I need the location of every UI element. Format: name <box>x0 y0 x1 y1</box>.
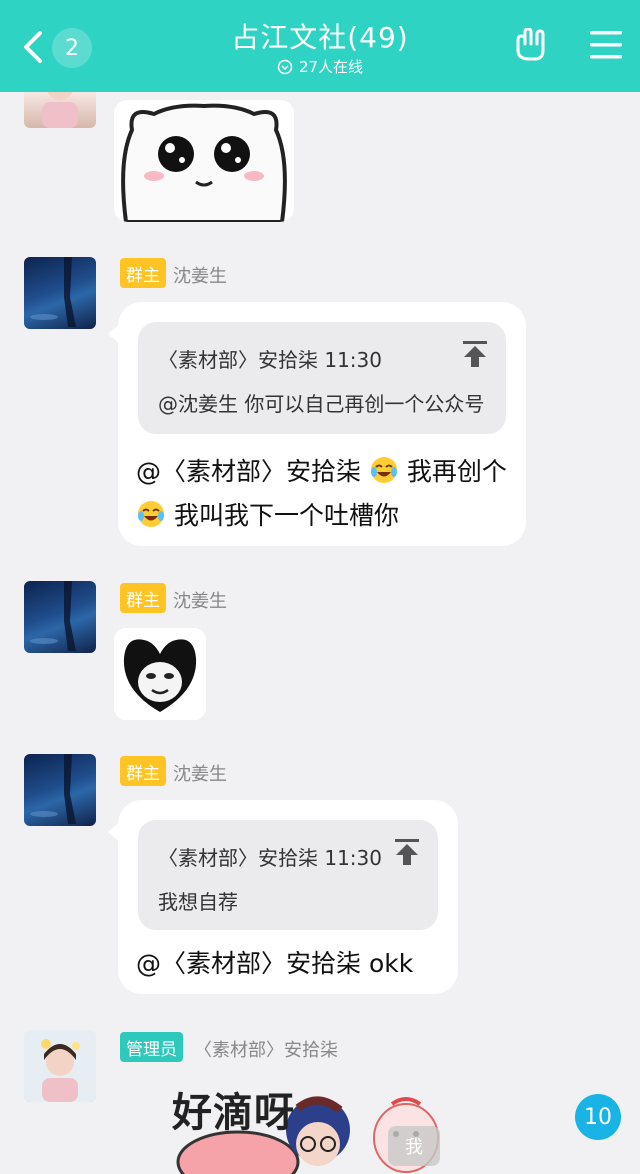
avatar-lake-image <box>30 581 76 651</box>
unread-messages-button[interactable]: 10 <box>575 1094 621 1140</box>
message-text: @〈素材部〉安拾柒 我再创个 我叫我下一个吐槽你 <box>136 450 507 538</box>
jump-to-top-icon[interactable] <box>462 340 488 368</box>
avatar[interactable] <box>24 257 96 329</box>
quoted-reply[interactable]: 〈素材部〉安拾柒 11:30 @沈姜生 你可以自己再创一个公众号 <box>138 322 506 434</box>
message-line-1-after: 我再创个 <box>406 457 507 486</box>
chat-header: 2 占江文社(49) 27人在线 <box>0 0 640 92</box>
avatar-lake-image <box>30 754 76 824</box>
avatar-girl-image <box>24 1030 96 1102</box>
menu-icon[interactable] <box>590 30 622 60</box>
admin-badge: 管理员 <box>120 1032 183 1062</box>
bear-sticker-image <box>114 100 294 222</box>
bubble-tail <box>108 324 120 344</box>
quoted-reply[interactable]: 〈素材部〉安拾柒 11:30 我想自荐 <box>138 820 438 930</box>
jump-to-top-icon[interactable] <box>394 838 420 866</box>
sender-name[interactable]: 〈素材部〉安拾柒 <box>194 1036 338 1062</box>
tears-of-joy-emoji-icon <box>138 501 164 527</box>
panda-meme-sticker[interactable] <box>114 628 206 720</box>
avatar-lake-image <box>30 257 76 327</box>
sender-name[interactable]: 沈姜生 <box>173 760 227 786</box>
message-bubble[interactable]: 〈素材部〉安拾柒 11:30 我想自荐 @〈素材部〉安拾柒 okk <box>108 800 458 994</box>
avatar[interactable] <box>24 754 96 826</box>
sender-name[interactable]: 沈姜生 <box>173 587 227 613</box>
me-tag[interactable]: 我 <box>388 1126 440 1166</box>
sticker-caption: 好滴呀 <box>172 1090 295 1136</box>
avatar[interactable] <box>24 1030 96 1102</box>
sender-name[interactable]: 沈姜生 <box>173 262 227 288</box>
hand-gesture-icon[interactable] <box>512 28 550 62</box>
owner-badge: 群主 <box>120 583 166 613</box>
online-chevron-icon <box>277 59 293 74</box>
message-text: @〈素材部〉安拾柒 okk <box>136 942 413 986</box>
online-count: 27人在线 <box>298 58 364 76</box>
bubble-tail <box>108 822 120 842</box>
owner-badge: 群主 <box>120 258 166 288</box>
quote-header: 〈素材部〉安拾柒 11:30 <box>158 846 382 870</box>
message-line-1: @〈素材部〉安拾柒 okk <box>136 949 414 978</box>
message-line-1: @〈素材部〉安拾柒 <box>136 457 362 486</box>
message-bubble[interactable]: 〈素材部〉安拾柒 11:30 @沈姜生 你可以自己再创一个公众号 @〈素材部〉安… <box>108 302 526 546</box>
owner-badge: 群主 <box>120 756 166 786</box>
quote-body: 我想自荐 <box>158 890 238 914</box>
panda-sticker-image <box>114 628 206 720</box>
quote-header: 〈素材部〉安拾柒 11:30 <box>158 348 382 372</box>
message-line-2: 我叫我下一个吐槽你 <box>173 501 399 530</box>
bear-eyes-sticker[interactable] <box>114 100 294 222</box>
tears-of-joy-emoji-icon <box>370 457 397 483</box>
quote-body: @沈姜生 你可以自己再创一个公众号 <box>158 392 485 416</box>
avatar[interactable] <box>24 581 96 653</box>
